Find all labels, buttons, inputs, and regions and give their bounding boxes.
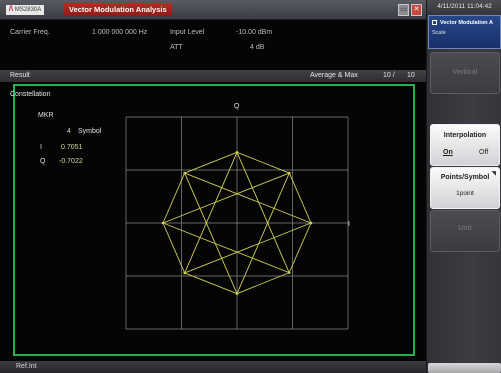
- menu-subtitle: Scale: [432, 30, 446, 36]
- interpolation-off-option[interactable]: Off: [479, 149, 488, 156]
- trajectory-segment: [184, 152, 238, 274]
- constellation-point: [161, 221, 165, 225]
- menu-title: Vector Modulation A: [440, 20, 493, 26]
- points-per-symbol-label: Points/Symbol: [440, 174, 490, 181]
- trajectory-segment: [162, 172, 290, 224]
- vertical-key[interactable]: Vertical: [430, 52, 500, 94]
- constellation-point: [287, 271, 291, 274]
- interpolation-key[interactable]: Interpolation On Off: [430, 124, 500, 166]
- trajectory-segment: [184, 172, 312, 224]
- constellation-point: [235, 292, 239, 295]
- softkey-panel: 4/11/2011 11:04:42 Vector Modulation A S…: [426, 0, 501, 373]
- constellation-point: [183, 171, 186, 175]
- points-per-symbol-value: 1point: [456, 190, 474, 197]
- points-per-symbol-key[interactable]: ◥ Points/Symbol 1point: [430, 167, 500, 209]
- unit-key-label: Unit: [458, 225, 472, 232]
- return-key[interactable]: [428, 363, 501, 373]
- menu-header[interactable]: Vector Modulation A Scale: [428, 15, 501, 49]
- main-screen: /\ MS2830A Vector Modulation Analysis ▭ ✕…: [0, 0, 426, 373]
- i-axis-label: I: [348, 221, 350, 228]
- constellation-point: [288, 171, 291, 175]
- vertical-key-label: Vertical: [452, 69, 478, 76]
- q-axis-label: Q: [234, 103, 240, 110]
- constellation-plot: Q I: [125, 103, 350, 330]
- constellation-point: [309, 221, 313, 225]
- trajectory-segment: [162, 222, 290, 274]
- trajectory-segment: [184, 172, 238, 294]
- menu-icon: [432, 20, 437, 25]
- trajectory-segment: [236, 152, 290, 273]
- unit-key[interactable]: Unit: [430, 210, 500, 252]
- date-time: 4/11/2011 11:04:42: [427, 0, 501, 14]
- interpolation-key-label: Interpolation: [443, 132, 487, 139]
- ref-bar: Ref.Int: [0, 361, 426, 373]
- interpolation-on-option[interactable]: On: [443, 149, 453, 156]
- ref-label: Ref.Int: [16, 363, 37, 370]
- constellation-point: [183, 271, 186, 275]
- constellation-point: [235, 151, 239, 154]
